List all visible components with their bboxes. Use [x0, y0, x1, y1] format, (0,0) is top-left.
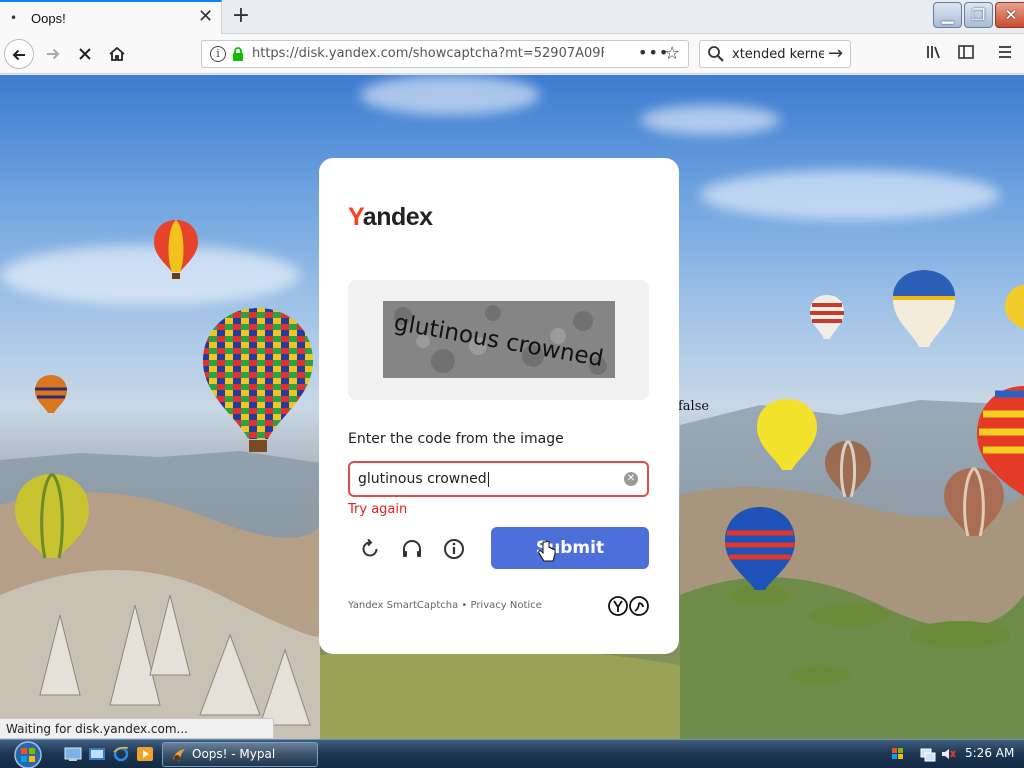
balloon-illustration — [757, 399, 817, 470]
tab-loading-indicator: • — [10, 11, 18, 25]
sidebar-icon[interactable] — [956, 43, 976, 63]
stop-icon — [79, 48, 91, 60]
action-center-flag-icon[interactable] — [890, 746, 906, 762]
navigation-toolbar: i https://disk.yandex.com/showcaptcha?mt… — [0, 34, 1024, 74]
stray-text: false — [678, 399, 710, 414]
forward-button[interactable] — [38, 39, 68, 69]
balloon-illustration — [725, 507, 795, 590]
tab-close-icon[interactable]: ✕ — [198, 8, 213, 26]
search-icon — [708, 46, 724, 62]
captcha-input-text: glutinous crowned — [358, 471, 487, 487]
media-player-icon[interactable] — [136, 746, 154, 762]
start-button[interactable] — [6, 740, 50, 768]
yandex-logo: Yandex — [348, 203, 433, 232]
status-bar: Waiting for disk.yandex.com... — [0, 718, 274, 739]
balloon-illustration — [35, 375, 67, 413]
tab-title: Oops! — [31, 11, 66, 26]
text-caret — [487, 471, 489, 487]
page-viewport: false Yandex glutinous crowned Enter the… — [0, 75, 1024, 739]
yandex-logo-rest: andex — [362, 203, 433, 231]
captcha-input-value: glutinous crowned — [358, 471, 489, 487]
yandex-smartcaptcha-logo-icon — [608, 596, 649, 616]
captcha-footer[interactable]: Yandex SmartCaptcha • Privacy Notice — [348, 600, 542, 611]
home-icon — [109, 46, 125, 61]
taskbar-item-label: Oops! - Mypal — [192, 747, 276, 761]
balloon-illustration — [825, 439, 871, 498]
address-bar[interactable]: i https://disk.yandex.com/showcaptcha?mt… — [201, 40, 689, 68]
captcha-image: glutinous crowned — [383, 301, 615, 378]
bookmark-star-icon[interactable]: ☆ — [664, 43, 680, 64]
captcha-card: Yandex glutinous crowned Enter the code … — [319, 158, 679, 654]
arrow-left-icon — [12, 49, 25, 61]
restore-button[interactable]: ❐ — [964, 2, 993, 28]
explorer-icon[interactable] — [88, 746, 106, 762]
search-input-value: xtended kernel — [732, 47, 824, 62]
library-icon[interactable] — [924, 43, 944, 63]
captcha-prompt: Enter the code from the image — [348, 431, 564, 447]
internet-explorer-icon[interactable] — [112, 746, 130, 762]
balloon-illustration — [1005, 285, 1024, 329]
search-bar[interactable]: xtended kernel → — [699, 40, 851, 68]
info-icon[interactable] — [443, 538, 465, 560]
submit-button[interactable]: Submit — [491, 527, 649, 569]
tab-active[interactable]: • Oops! ✕ — [0, 0, 222, 34]
menu-icon[interactable] — [995, 43, 1015, 63]
balloon-illustration — [154, 220, 198, 279]
taskbar: Oops! - Mypal 5:26 AM — [0, 739, 1024, 768]
yandex-logo-letter: Y — [348, 203, 363, 231]
balloon-illustration — [810, 295, 844, 339]
taskbar-item-mypal[interactable]: Oops! - Mypal — [162, 742, 318, 767]
minimize-button[interactable]: ▁ — [933, 2, 962, 28]
audio-headphones-icon[interactable] — [401, 538, 423, 560]
show-desktop-icon[interactable] — [64, 746, 82, 762]
clear-icon[interactable]: ✕ — [624, 472, 638, 486]
back-button[interactable] — [4, 39, 34, 69]
network-icon[interactable] — [920, 746, 936, 762]
balloon-illustration — [203, 308, 313, 452]
window-controls: ▁ ❐ ✕ — [933, 2, 1024, 30]
captcha-input[interactable]: glutinous crowned ✕ — [348, 461, 649, 497]
search-go-icon[interactable]: → — [828, 43, 843, 64]
tab-strip: • Oops! ✕ + ▁ ❐ ✕ — [0, 0, 1024, 34]
site-info-icon[interactable]: i — [210, 46, 226, 62]
stop-button[interactable] — [70, 39, 100, 69]
close-button[interactable]: ✕ — [995, 2, 1024, 28]
new-tab-button[interactable]: + — [229, 3, 253, 29]
volume-muted-icon[interactable] — [940, 746, 956, 762]
error-message: Try again — [348, 502, 408, 517]
clock[interactable]: 5:26 AM — [965, 746, 1014, 760]
captcha-image-container: glutinous crowned — [348, 280, 649, 400]
balloon-illustration — [944, 466, 1004, 537]
captcha-noise-icon: glutinous crowned — [383, 301, 615, 378]
url-text: https://disk.yandex.com/showcaptcha?mt=5… — [252, 46, 604, 61]
balloon-illustration — [15, 472, 89, 559]
refresh-icon[interactable] — [359, 538, 381, 560]
arrow-right-icon — [47, 48, 60, 60]
mypal-app-icon — [173, 749, 185, 761]
lock-icon — [233, 47, 243, 61]
hand-cursor-icon — [538, 540, 556, 562]
home-button[interactable] — [102, 39, 132, 69]
balloon-illustration — [893, 270, 955, 347]
